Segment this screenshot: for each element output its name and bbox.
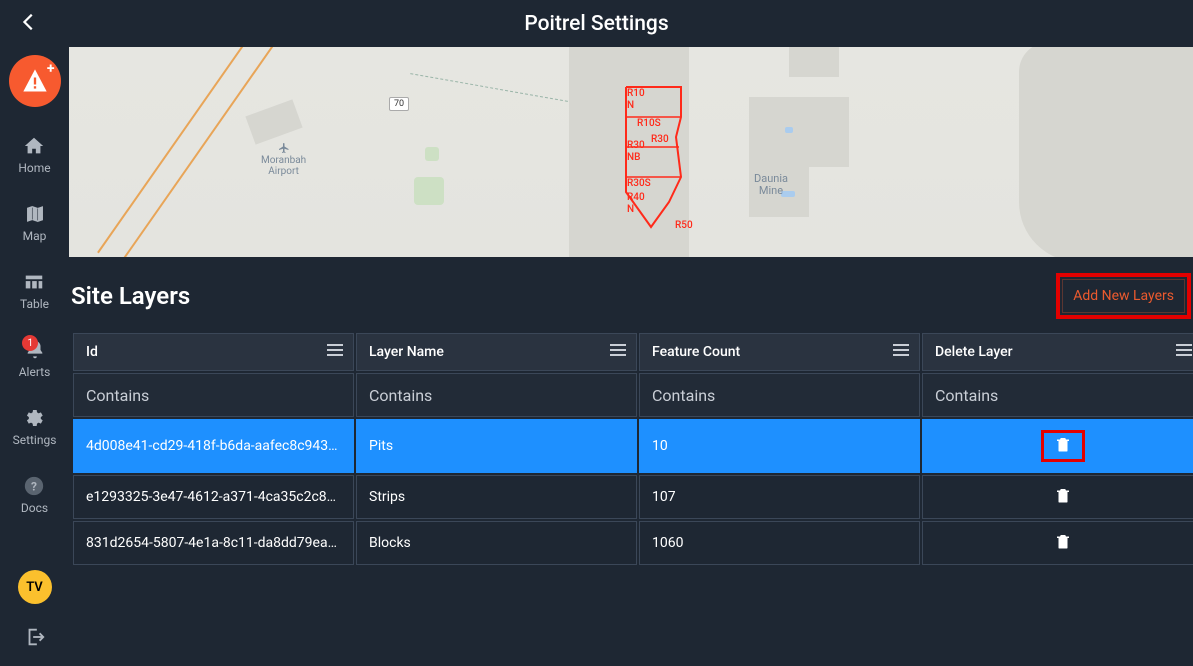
trash-icon[interactable] [1054,492,1072,508]
route-badge: 70 [389,97,409,111]
filter-input-delete[interactable]: Contains [922,373,1193,417]
cell-id: 831d2654-5807-4e1a-8c11-da8dd79ea… [73,521,354,565]
sidebar-item-map[interactable]: Map [23,203,47,243]
hamburger-icon[interactable] [610,343,626,361]
trash-icon[interactable] [1054,538,1072,554]
cell-name: Blocks [356,521,637,565]
sidebar-item-label: Home [18,161,50,175]
cell-id: 4d008e41-cd29-418f-b6da-aafec8c943… [73,419,354,473]
hamburger-icon[interactable] [327,343,343,361]
sidebar-item-label: Map [23,229,47,243]
sidebar-item-label: Settings [13,433,57,447]
sidebar-item-settings[interactable]: Settings [13,407,57,447]
add-new-layers-button[interactable]: Add New Layers [1062,279,1185,313]
svg-text:?: ? [32,480,38,494]
table-filter-row: Contains Contains Contains Contains [73,373,1193,417]
sidebar-item-label: Docs [21,501,48,515]
new-alert-button[interactable]: + [9,55,61,107]
filter-input-count[interactable]: Contains [639,373,920,417]
table-row[interactable]: e1293325-3e47-4612-a371-4ca35c2c8…Strips… [73,475,1193,519]
cell-delete [922,419,1193,473]
hamburger-icon[interactable] [893,343,909,361]
page-title: Poitrel Settings [524,12,668,36]
sidebar-item-label: Alerts [19,365,51,379]
filter-input-name[interactable]: Contains [356,373,637,417]
cell-count: 1060 [639,521,920,565]
table-row[interactable]: 4d008e41-cd29-418f-b6da-aafec8c943…Pits1… [73,419,1193,473]
table-row[interactable]: 831d2654-5807-4e1a-8c11-da8dd79ea…Blocks… [73,521,1193,565]
col-header-name[interactable]: Layer Name [356,333,637,371]
main-content: 70 MoranbahAirport DauniaMine R10 N R10S… [69,47,1193,666]
add-button-highlight: Add New Layers [1056,273,1191,319]
sidebar-item-docs[interactable]: ? Docs [21,475,48,515]
cell-delete [922,475,1193,519]
table-header-row: Id Layer Name Feature Count [73,333,1193,371]
cell-count: 10 [639,419,920,473]
layers-table: Id Layer Name Feature Count [69,331,1193,567]
sidebar-item-table[interactable]: Table [20,271,49,311]
sidebar-item-label: Table [20,297,49,311]
col-header-delete[interactable]: Delete Layer [922,333,1193,371]
cell-name: Pits [356,419,637,473]
col-header-count[interactable]: Feature Count [639,333,920,371]
map-label-mine: DauniaMine [754,173,788,197]
cell-delete [922,521,1193,565]
top-header: Poitrel Settings [0,0,1193,47]
cell-id: e1293325-3e47-4612-a371-4ca35c2c8… [73,475,354,519]
map-label-airport: MoranbahAirport [261,142,306,177]
map-preview[interactable]: 70 MoranbahAirport DauniaMine R10 N R10S… [69,47,1193,257]
avatar[interactable]: TV [18,570,52,604]
trash-icon[interactable] [1054,441,1072,457]
filter-input-id[interactable]: Contains [73,373,354,417]
sidebar-item-alerts[interactable]: 1 Alerts [19,339,51,379]
plus-icon: + [47,61,55,77]
hamburger-icon[interactable] [1176,343,1192,361]
cell-name: Strips [356,475,637,519]
section-header: Site Layers Add New Layers [69,257,1193,331]
trash-highlight [1041,430,1085,462]
col-header-id[interactable]: Id [73,333,354,371]
cell-count: 107 [639,475,920,519]
back-arrow-icon[interactable] [18,11,40,37]
sidebar-item-home[interactable]: Home [18,135,50,175]
section-title: Site Layers [71,282,190,310]
sidebar: + Home Map Table 1 Alerts Settings ? Doc… [0,47,69,666]
logout-icon[interactable] [24,626,46,652]
